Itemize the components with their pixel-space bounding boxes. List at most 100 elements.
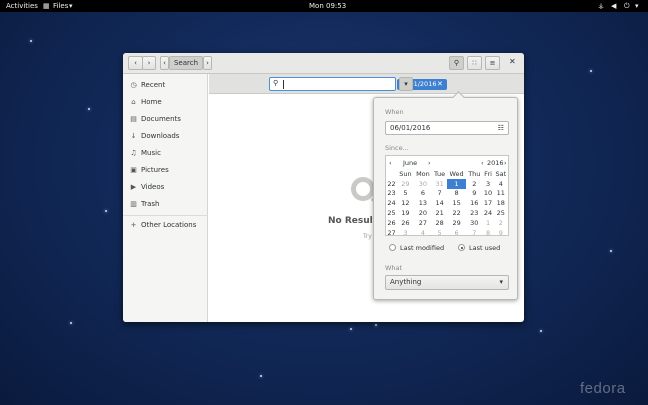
path-right-button[interactable]: ›	[203, 56, 212, 70]
calendar-day[interactable]: 30	[414, 179, 432, 189]
chevron-right-icon[interactable]: ›	[504, 159, 507, 167]
calendar-day[interactable]: 1	[483, 218, 494, 228]
star	[540, 330, 542, 332]
calendar-day[interactable]: 5	[432, 228, 447, 238]
calendar-day[interactable]: 2	[466, 179, 482, 189]
calendar-day[interactable]: 30	[466, 218, 482, 228]
download-icon: ↓	[130, 132, 137, 140]
files-app-icon: ▦	[43, 2, 50, 10]
last-modified-radio[interactable]	[389, 244, 396, 251]
calendar-day[interactable]: 3	[483, 179, 494, 189]
calendar-day[interactable]: 3	[397, 228, 414, 238]
date-field-value: 06/01/2016	[390, 124, 431, 132]
app-menu-button[interactable]: Files	[53, 2, 68, 10]
weekday-label: Tue	[434, 169, 446, 178]
calendar-day-selected[interactable]: 1	[447, 178, 467, 189]
sidebar-item-home[interactable]: ⌂ Home	[129, 96, 161, 108]
file-type-dropdown[interactable]: Anything ▾	[385, 275, 509, 290]
calendar-day[interactable]: 7	[466, 228, 482, 238]
calendar-day[interactable]: 29	[447, 218, 466, 228]
calendar-day[interactable]: 23	[466, 208, 482, 218]
chevron-left-icon[interactable]: ‹	[481, 159, 484, 167]
calendar-day[interactable]: 26	[397, 218, 414, 228]
calendar-day[interactable]: 14	[432, 198, 447, 208]
sidebar-item-recent[interactable]: ◷ Recent	[129, 79, 165, 91]
calendar-day[interactable]: 4	[414, 228, 432, 238]
calendar-day[interactable]: 29	[397, 179, 414, 189]
path-left-button[interactable]: ‹	[160, 56, 169, 70]
sidebar-separator	[123, 215, 208, 216]
calendar-day[interactable]: 18	[494, 198, 508, 208]
sidebar-item-other-locations[interactable]: + Other Locations	[129, 219, 197, 231]
calendar-day[interactable]: 2	[494, 218, 508, 228]
week-number: 23	[387, 189, 396, 198]
calendar-day[interactable]: 24	[483, 208, 494, 218]
home-icon: ⌂	[131, 98, 136, 106]
calendar-day[interactable]: 5	[397, 189, 414, 199]
sidebar-item-pictures[interactable]: ▣ Pictures	[129, 164, 169, 176]
calendar-day[interactable]: 12	[397, 198, 414, 208]
network-icon[interactable]: ⚶	[598, 2, 604, 10]
calendar-day[interactable]: 17	[483, 198, 494, 208]
search-bar: ⚲ 06/01/2016 ✕ ▾	[209, 74, 524, 94]
calendar-day[interactable]: 28	[432, 218, 447, 228]
path-search-button[interactable]: Search	[169, 56, 203, 70]
calendar-day[interactable]: 19	[397, 208, 414, 218]
sidebar-item-trash[interactable]: ▥ Trash	[129, 198, 159, 210]
calendar-day[interactable]: 9	[466, 189, 482, 199]
weekday-label: Fri	[484, 169, 492, 178]
power-icon[interactable]: ⏻	[624, 2, 630, 11]
volume-icon[interactable]: ◀	[611, 2, 616, 10]
grid-view-button[interactable]: ∷	[467, 56, 482, 70]
close-icon[interactable]: ✕	[437, 79, 443, 90]
calendar-day[interactable]: 6	[447, 228, 466, 238]
calendar-day[interactable]: 6	[414, 189, 432, 199]
back-icon: ‹	[134, 59, 137, 67]
calendar-day[interactable]: 16	[466, 198, 482, 208]
search-options-popover: When 06/01/2016 ☷ Since... ‹ June › ‹ 20…	[373, 97, 518, 300]
date-field[interactable]: 06/01/2016 ☷	[385, 121, 509, 135]
weekday-label: Thu	[468, 169, 481, 178]
forward-button[interactable]: ›	[142, 56, 156, 70]
calendar-day[interactable]: 27	[414, 218, 432, 228]
weekday-label: Mon	[416, 169, 430, 178]
calendar-day[interactable]: 4	[494, 179, 508, 189]
what-label: What	[385, 264, 403, 272]
calendar-day[interactable]: 13	[414, 198, 432, 208]
calendar-month: June	[403, 159, 418, 167]
last-used-radio[interactable]	[458, 244, 465, 251]
search-toggle-button[interactable]: ⚲	[449, 56, 464, 70]
chevron-left-icon[interactable]: ‹	[389, 159, 392, 167]
clock[interactable]: Mon 09:53	[309, 2, 346, 10]
calendar-day[interactable]: 8	[447, 189, 466, 199]
calendar-day[interactable]: 25	[494, 208, 508, 218]
close-button[interactable]: ✕	[509, 57, 516, 66]
sidebar-item-documents[interactable]: ▤ Documents	[129, 113, 181, 125]
back-button[interactable]: ‹	[128, 56, 143, 70]
plus-icon: +	[130, 221, 137, 229]
calendar-day[interactable]: 21	[432, 208, 447, 218]
activities-button[interactable]: Activities	[6, 2, 38, 10]
week-number: 25	[387, 209, 396, 218]
menu-button[interactable]: ≡	[485, 56, 500, 70]
calendar-day[interactable]: 9	[494, 228, 508, 238]
sidebar-item-music[interactable]: ♫ Music	[129, 147, 161, 159]
chevron-right-icon[interactable]: ›	[428, 159, 431, 167]
calendar-day[interactable]: 31	[432, 179, 447, 189]
chevron-down-icon[interactable]: ▾	[635, 2, 639, 10]
calendar-day[interactable]: 8	[483, 228, 494, 238]
calendar-day[interactable]: 22	[447, 208, 466, 218]
calendar-list-icon[interactable]: ☷	[498, 122, 504, 134]
sidebar-item-downloads[interactable]: ↓ Downloads	[129, 130, 180, 142]
when-label: When	[385, 108, 404, 116]
calendar-day[interactable]: 15	[447, 198, 466, 208]
last-modified-label: Last modified	[400, 244, 445, 252]
search-options-button[interactable]: ▾	[399, 77, 413, 91]
sidebar-item-videos[interactable]: ▶ Videos	[129, 181, 164, 193]
calendar-day[interactable]: 7	[432, 189, 447, 199]
search-input[interactable]: ⚲ 06/01/2016 ✕	[269, 77, 447, 91]
calendar-day[interactable]: 20	[414, 208, 432, 218]
calendar-day[interactable]: 11	[494, 189, 508, 199]
calendar-day[interactable]: 10	[483, 189, 494, 199]
chevron-down-icon: ▾	[69, 2, 73, 10]
